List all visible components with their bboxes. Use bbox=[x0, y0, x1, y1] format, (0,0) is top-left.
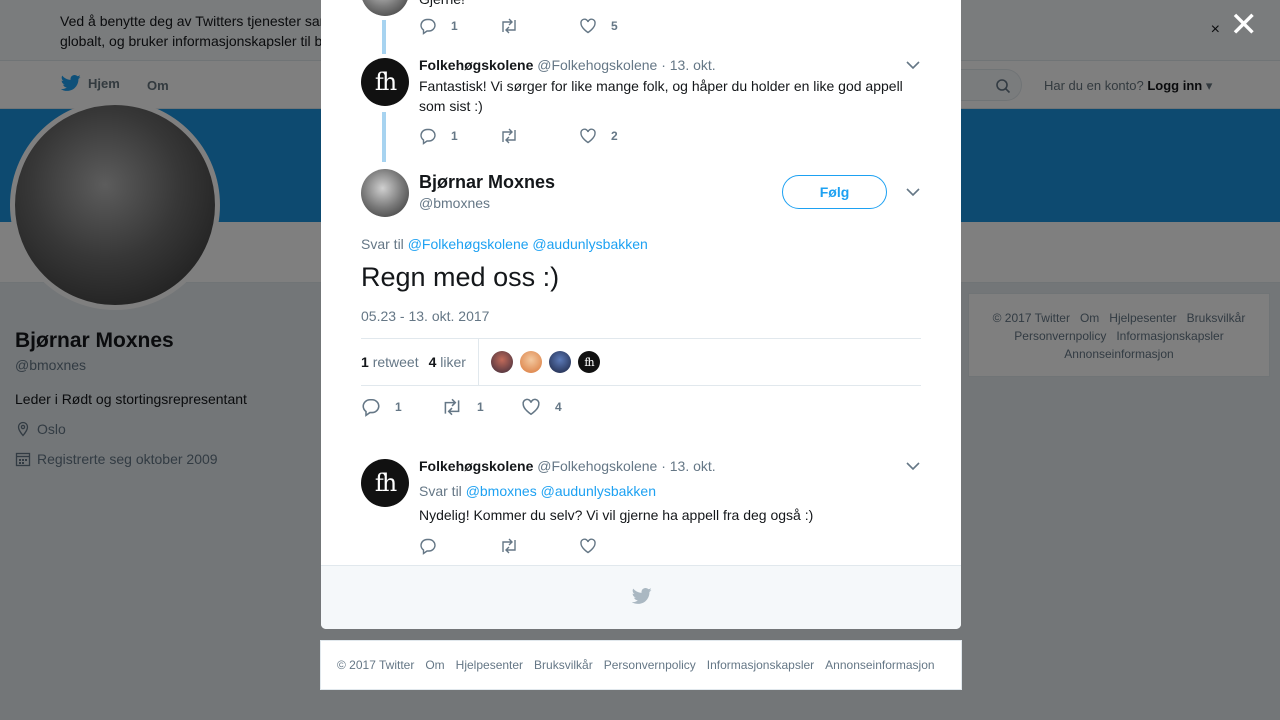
reply-to-prefix: Svar til bbox=[361, 236, 404, 252]
reply-icon bbox=[362, 398, 380, 417]
retweet-icon bbox=[502, 128, 516, 144]
reply2-text: Nydelig! Kommer du selv? Vi vil gjerne h… bbox=[419, 507, 814, 523]
retweet-button[interactable] bbox=[499, 537, 579, 555]
chevron-down-icon[interactable] bbox=[905, 58, 921, 72]
page-footer: © 2017 Twitter Om Hjelpesenter Bruksvilk… bbox=[320, 640, 962, 690]
heart-icon bbox=[580, 538, 596, 554]
reply2-author-handle[interactable]: @Folkehogskolene bbox=[537, 458, 657, 474]
chevron-down-icon[interactable] bbox=[905, 185, 921, 199]
main-tweet-stats: 1 retweet 4 liker fh bbox=[361, 338, 921, 386]
reply2-avatar[interactable]: fh bbox=[361, 459, 409, 507]
reply-count: 1 bbox=[395, 400, 402, 414]
reply2-actions bbox=[419, 537, 659, 555]
modal-footer bbox=[321, 565, 961, 629]
like-button[interactable]: 5 bbox=[579, 17, 659, 35]
reply-button[interactable]: 1 bbox=[419, 127, 499, 145]
mention-link[interactable]: @bmoxnes bbox=[466, 483, 537, 499]
close-modal-button[interactable]: ✕ bbox=[1230, 8, 1259, 42]
footer-cookies-link[interactable]: Informasjonskapsler bbox=[707, 658, 814, 672]
main-tweet-timestamp[interactable]: 05.23 - 13. okt. 2017 bbox=[361, 308, 489, 324]
main-tweet-actions: 1 1 4 bbox=[361, 397, 601, 417]
retweet-count: 1 bbox=[477, 400, 484, 414]
mention-link[interactable]: @audunlysbakken bbox=[532, 236, 647, 252]
footer-ads-link[interactable]: Annonseinformasjon bbox=[825, 658, 934, 672]
footer-about-link[interactable]: Om bbox=[425, 658, 444, 672]
top-tweet-text: Gjerne! bbox=[419, 0, 919, 9]
like-count: 5 bbox=[611, 19, 618, 33]
like-button[interactable] bbox=[579, 537, 659, 555]
footer-terms-link[interactable]: Bruksvilkår bbox=[534, 658, 593, 672]
footer-privacy-link[interactable]: Personvernpolicy bbox=[604, 658, 696, 672]
heart-icon bbox=[580, 18, 596, 34]
reply1-header: Folkehøgskolene @Folkehogskolene · 13. o… bbox=[419, 57, 716, 73]
top-tweet-actions: 1 5 bbox=[419, 17, 659, 35]
retweet-button[interactable]: 1 bbox=[441, 397, 521, 417]
liker-avatar[interactable] bbox=[490, 351, 513, 373]
reply-to-prefix: Svar til bbox=[419, 483, 462, 499]
retweet-icon bbox=[502, 538, 516, 554]
retweet-stat-count: 1 bbox=[361, 354, 369, 370]
tweet-modal: Gjerne! 1 5 fh Folkehøgskolene @Folkehog… bbox=[321, 0, 961, 629]
twitter-bird-icon bbox=[631, 588, 652, 604]
top-tweet-avatar[interactable] bbox=[361, 0, 409, 16]
liker-avatar[interactable]: fh bbox=[577, 351, 600, 373]
main-tweet-reply-to: Svar til @Folkehøgskolene @audunlysbakke… bbox=[361, 236, 648, 252]
footer-copyright: © 2017 Twitter bbox=[337, 658, 415, 672]
like-button[interactable]: 4 bbox=[521, 397, 601, 417]
reply-icon bbox=[420, 128, 436, 145]
reply-button[interactable]: 1 bbox=[361, 397, 441, 417]
main-tweet-avatar[interactable] bbox=[361, 169, 409, 217]
follow-button[interactable]: Følg bbox=[782, 175, 887, 209]
reply-icon bbox=[420, 538, 436, 555]
reply-count: 1 bbox=[451, 129, 458, 143]
footer-help-link[interactable]: Hjelpesenter bbox=[456, 658, 523, 672]
like-stat-label: liker bbox=[440, 354, 466, 370]
mention-link[interactable]: @Folkehøgskolene bbox=[408, 236, 529, 252]
reply2-reply-to: Svar til @bmoxnes @audunlysbakken bbox=[419, 483, 656, 499]
liker-avatar[interactable] bbox=[519, 351, 542, 373]
like-button[interactable]: 2 bbox=[579, 127, 659, 145]
reply-button[interactable] bbox=[419, 537, 499, 555]
reply1-date[interactable]: · 13. okt. bbox=[661, 57, 715, 73]
retweet-button[interactable] bbox=[499, 127, 579, 145]
retweet-stat-label: retweet bbox=[372, 354, 419, 370]
retweet-icon bbox=[502, 18, 516, 34]
main-tweet-author-handle[interactable]: @bmoxnes bbox=[419, 195, 490, 211]
reply-icon bbox=[420, 18, 436, 35]
reply2-date[interactable]: · 13. okt. bbox=[661, 458, 715, 474]
chevron-down-icon[interactable] bbox=[905, 459, 921, 473]
reply1-avatar[interactable]: fh bbox=[361, 58, 409, 106]
heart-icon bbox=[522, 398, 540, 416]
reply-count: 1 bbox=[451, 19, 458, 33]
retweet-icon bbox=[444, 398, 460, 416]
reply2-header: Folkehøgskolene @Folkehogskolene · 13. o… bbox=[419, 458, 716, 474]
reply1-actions: 1 2 bbox=[419, 127, 659, 145]
retweet-button[interactable] bbox=[499, 17, 579, 35]
main-tweet-author-name[interactable]: Bjørnar Moxnes bbox=[419, 172, 555, 193]
reply2-author-name[interactable]: Folkehøgskolene bbox=[419, 458, 533, 474]
mention-link[interactable]: @audunlysbakken bbox=[541, 483, 656, 499]
reply1-author-handle[interactable]: @Folkehogskolene bbox=[537, 57, 657, 73]
stats-divider bbox=[477, 338, 479, 386]
like-count: 4 bbox=[555, 400, 562, 414]
reply-button[interactable]: 1 bbox=[419, 17, 499, 35]
retweet-stat[interactable]: 1 retweet bbox=[361, 354, 419, 370]
like-stat-count: 4 bbox=[428, 354, 437, 370]
heart-icon bbox=[580, 128, 596, 144]
reply1-author-name[interactable]: Folkehøgskolene bbox=[419, 57, 533, 73]
reply1-text: Fantastisk! Vi sørger for like mange fol… bbox=[419, 78, 903, 114]
like-count: 2 bbox=[611, 129, 618, 143]
main-tweet-text: Regn med oss :) bbox=[361, 262, 560, 292]
thread-line bbox=[382, 112, 386, 162]
like-stat[interactable]: 4 liker bbox=[429, 354, 466, 370]
liker-avatar[interactable] bbox=[548, 351, 571, 373]
thread-line bbox=[382, 20, 386, 54]
